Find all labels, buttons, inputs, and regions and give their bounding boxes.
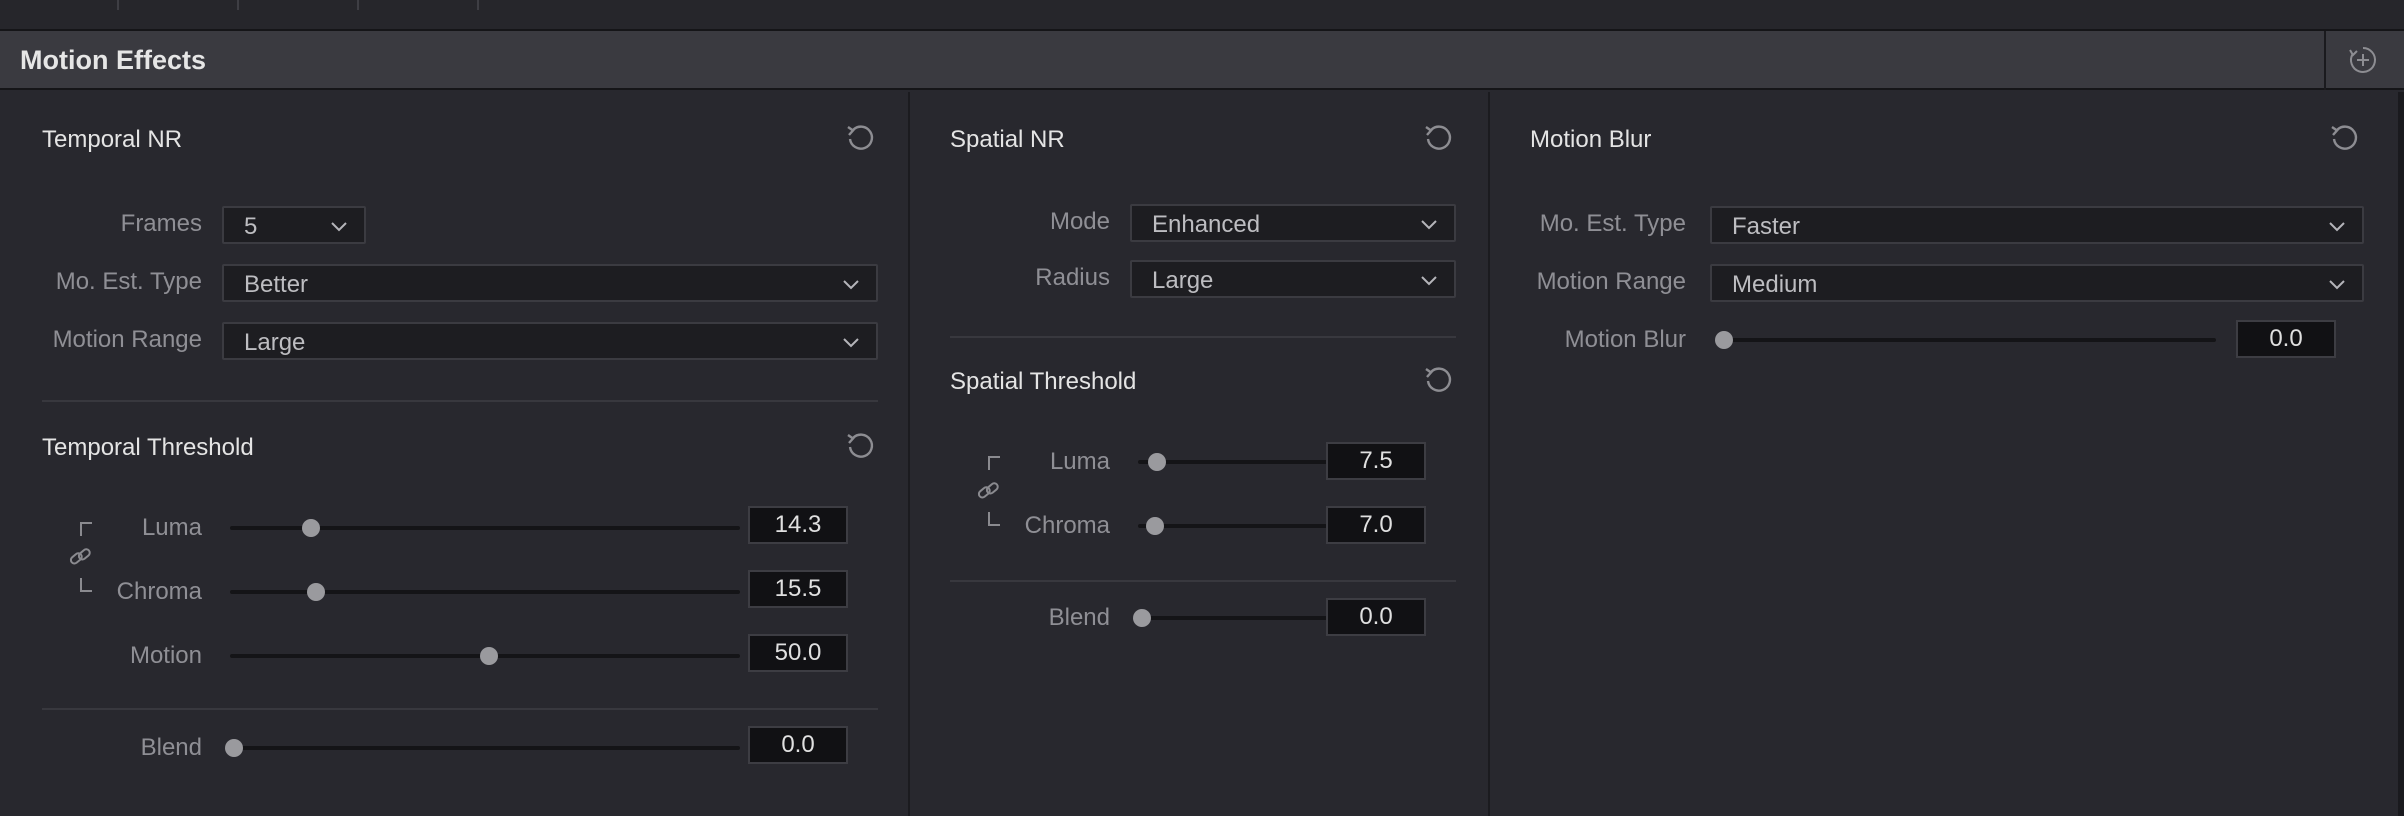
divider [42,708,878,710]
blend-slider[interactable] [1133,609,1328,627]
blend-slider[interactable] [225,739,740,757]
luma-slider[interactable] [230,519,740,537]
tab-divider [357,0,359,10]
luma-label: Luma [1049,448,1110,475]
reset-icon[interactable] [1422,122,1454,154]
blend-value[interactable]: 0.0 [1326,598,1426,636]
panel-header: Motion Effects [0,31,2404,90]
temporal-threshold-title: Temporal Threshold [42,434,254,461]
tab-divider [117,0,119,10]
motion-range-label: Motion Range [1536,268,1686,295]
slider-knob[interactable] [1146,517,1165,535]
chevron-down-icon [843,280,859,290]
divider [950,336,1456,338]
frames-dropdown[interactable]: 5 [222,206,366,244]
slider-knob[interactable] [1148,453,1167,471]
temporal-nr-panel: Temporal NR Frames 5 Mo. Est. Type Bette… [0,92,908,816]
top-strip [0,0,2404,31]
motion-blur-label: Motion Blur [1564,326,1686,353]
slider-knob[interactable] [225,739,243,757]
mo-est-type-value: Faster [1732,213,1801,240]
tab-divider [477,0,479,10]
chroma-label: Chroma [1024,512,1110,539]
mo-est-type-dropdown[interactable]: Faster [1710,206,2364,244]
motion-range-label: Motion Range [52,326,202,353]
spatial-nr-title: Spatial NR [950,126,1065,153]
chroma-value[interactable]: 7.0 [1326,506,1426,544]
mo-est-type-value: Better [244,271,309,298]
motion-blur-title: Motion Blur [1530,126,1652,153]
luma-value[interactable]: 14.3 [748,506,848,544]
motion-range-dropdown[interactable]: Large [222,322,878,360]
chevron-down-icon [1421,220,1437,230]
motion-label: Motion [129,642,202,669]
chevron-down-icon [331,222,347,232]
slider-knob[interactable] [480,647,498,665]
chevron-down-icon [2329,280,2345,290]
motion-range-value: Large [244,329,306,356]
radius-value: Large [1152,267,1214,294]
chroma-value[interactable]: 15.5 [748,570,848,608]
link-icon[interactable] [67,544,93,570]
divider [950,580,1456,582]
slider-knob[interactable] [306,583,325,601]
link-icon[interactable] [975,478,1001,504]
slider-knob[interactable] [1133,609,1151,627]
mo-est-type-label: Mo. Est. Type [1539,210,1686,237]
mo-est-type-label: Mo. Est. Type [55,268,202,295]
panel-edge [2398,92,2404,816]
chevron-down-icon [1421,276,1437,286]
panel-title: Motion Effects [20,45,206,75]
blend-label: Blend [1048,604,1110,631]
header-divider [2324,31,2326,90]
luma-value[interactable]: 7.5 [1326,442,1426,480]
blend-value[interactable]: 0.0 [748,726,848,764]
slider-knob[interactable] [1715,331,1733,349]
motion-value[interactable]: 50.0 [748,634,848,672]
chroma-label: Chroma [116,578,202,605]
motion-blur-panel: Motion Blur Mo. Est. Type Faster Motion … [1490,92,2398,816]
motion-range-value: Medium [1732,271,1818,298]
reset-icon[interactable] [844,122,876,154]
frames-label: Frames [120,210,202,237]
mode-value: Enhanced [1152,211,1261,238]
tab-divider [237,0,239,10]
motion-blur-value[interactable]: 0.0 [2236,320,2336,358]
luma-slider[interactable] [1138,453,1328,471]
motion-slider[interactable] [230,647,740,665]
spatial-nr-panel: Spatial NR Mode Enhanced Radius Large Sp… [910,92,1488,816]
radius-dropdown[interactable]: Large [1130,260,1456,298]
reset-icon[interactable] [2328,122,2360,154]
reset-icon[interactable] [844,430,876,462]
slider-knob[interactable] [301,519,320,537]
motion-range-dropdown[interactable]: Medium [1710,264,2364,302]
mode-dropdown[interactable]: Enhanced [1130,204,1456,242]
chevron-down-icon [843,338,859,348]
motion-blur-slider[interactable] [1715,331,2216,349]
add-node-icon[interactable] [2347,44,2379,76]
luma-label: Luma [141,514,202,541]
chroma-slider[interactable] [230,583,740,601]
chevron-down-icon [2329,222,2345,232]
frames-value: 5 [244,213,258,240]
reset-icon[interactable] [1422,364,1454,396]
chroma-slider[interactable] [1138,517,1328,535]
mode-label: Mode [1049,208,1110,235]
blend-label: Blend [140,734,202,761]
divider [42,400,878,402]
radius-label: Radius [1035,264,1110,291]
temporal-nr-title: Temporal NR [42,126,183,153]
mo-est-type-dropdown[interactable]: Better [222,264,878,302]
spatial-threshold-title: Spatial Threshold [950,368,1137,395]
